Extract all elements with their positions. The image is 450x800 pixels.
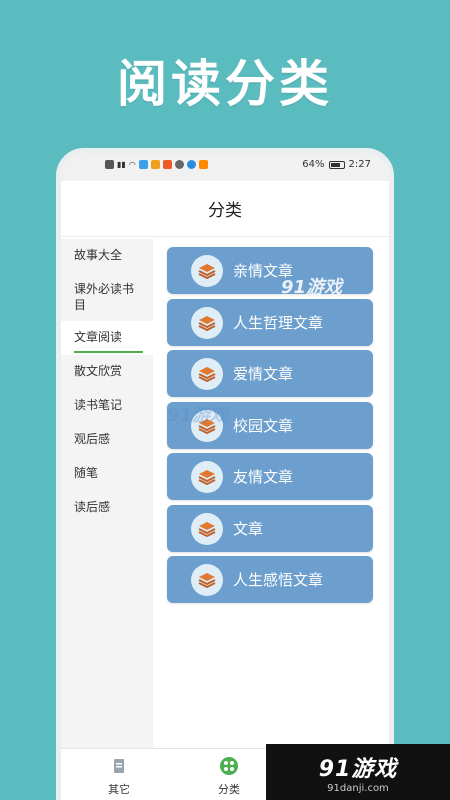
status-bar: ▮▮ ◠ 64% 2:27: [61, 153, 389, 181]
category-label: 校园文章: [233, 417, 294, 435]
tab-label: 分类: [218, 783, 240, 796]
chat-icon: [174, 160, 184, 169]
sidebar-item-movie-review[interactable]: 观后感: [61, 423, 153, 457]
watermark-brand: 91游戏: [281, 277, 343, 298]
page-title: 分类: [208, 201, 242, 221]
wifi-icon: ◠: [128, 160, 136, 169]
battery-icon: [328, 160, 345, 169]
category-label: 爱情文章: [233, 365, 294, 383]
category-list: 亲情文章 人生哲理文章 爱情文章 校园文章 友情文章 文章 人生感悟文章 91游…: [153, 239, 389, 759]
grid-icon: [220, 757, 238, 775]
category-label: 文章: [233, 520, 264, 538]
app-icon: [150, 160, 160, 169]
tab-category[interactable]: 分类: [199, 757, 259, 797]
app-icon: [162, 160, 172, 169]
category-label: 人生哲理文章: [233, 314, 324, 332]
corner-brand: 91游戏: [318, 756, 398, 782]
notification-icon: [105, 160, 114, 169]
category-card[interactable]: 人生感悟文章: [167, 556, 373, 603]
app-header: 分类: [61, 181, 389, 237]
sidebar-item-articles[interactable]: 文章阅读: [61, 321, 153, 355]
app-icon: [186, 160, 196, 169]
category-card[interactable]: 亲情文章: [167, 247, 373, 294]
corner-url: 91danji.com: [327, 782, 389, 794]
battery-percent: 64%: [302, 159, 325, 170]
sidebar-item-story[interactable]: 故事大全: [61, 239, 153, 273]
app-icon: [138, 160, 148, 169]
watermark: 91游戏: [167, 401, 228, 427]
category-label: 友情文章: [233, 468, 294, 486]
layers-icon: [191, 460, 223, 493]
promo-title: 阅读分类: [117, 55, 333, 113]
category-label: 人生感悟文章: [233, 571, 324, 589]
layers-icon: [191, 512, 223, 545]
cart-icon: [198, 160, 208, 169]
sidebar-item-reading-notes[interactable]: 读书笔记: [61, 389, 153, 423]
layers-icon: [191, 306, 223, 339]
layers-icon: [191, 254, 223, 287]
category-card[interactable]: 文章: [167, 505, 373, 552]
status-right: 64% 2:27: [302, 159, 371, 170]
category-card[interactable]: 人生哲理文章: [167, 299, 373, 346]
status-icons: ▮▮ ◠: [105, 160, 208, 169]
sidebar-item-reading-list[interactable]: 课外必读书目: [61, 273, 153, 321]
signal-icon: ▮▮: [117, 160, 126, 169]
category-card[interactable]: 爱情文章: [167, 350, 373, 397]
tab-other[interactable]: 其它: [89, 757, 149, 797]
sidebar-item-book-review[interactable]: 读后感: [61, 491, 153, 525]
document-icon: [110, 757, 128, 775]
sidebar-item-essay[interactable]: 随笔: [61, 457, 153, 491]
phone-frame: ▮▮ ◠ 64% 2:27 分类 故事大全 课外必读书目 文章阅读 散文欣赏 读…: [56, 148, 394, 800]
tab-label: 其它: [108, 783, 130, 796]
watermark: 91游戏: [281, 273, 342, 299]
layers-icon: [191, 357, 223, 390]
watermark-brand: 91游戏: [167, 405, 229, 426]
layers-icon: [191, 563, 223, 596]
category-card[interactable]: 友情文章: [167, 453, 373, 500]
sidebar-item-prose[interactable]: 散文欣赏: [61, 355, 153, 389]
corner-watermark-logo: 91游戏 91danji.com: [266, 744, 450, 800]
clock: 2:27: [348, 159, 371, 170]
category-sidebar: 故事大全 课外必读书目 文章阅读 散文欣赏 读书笔记 观后感 随笔 读后感: [61, 239, 153, 759]
